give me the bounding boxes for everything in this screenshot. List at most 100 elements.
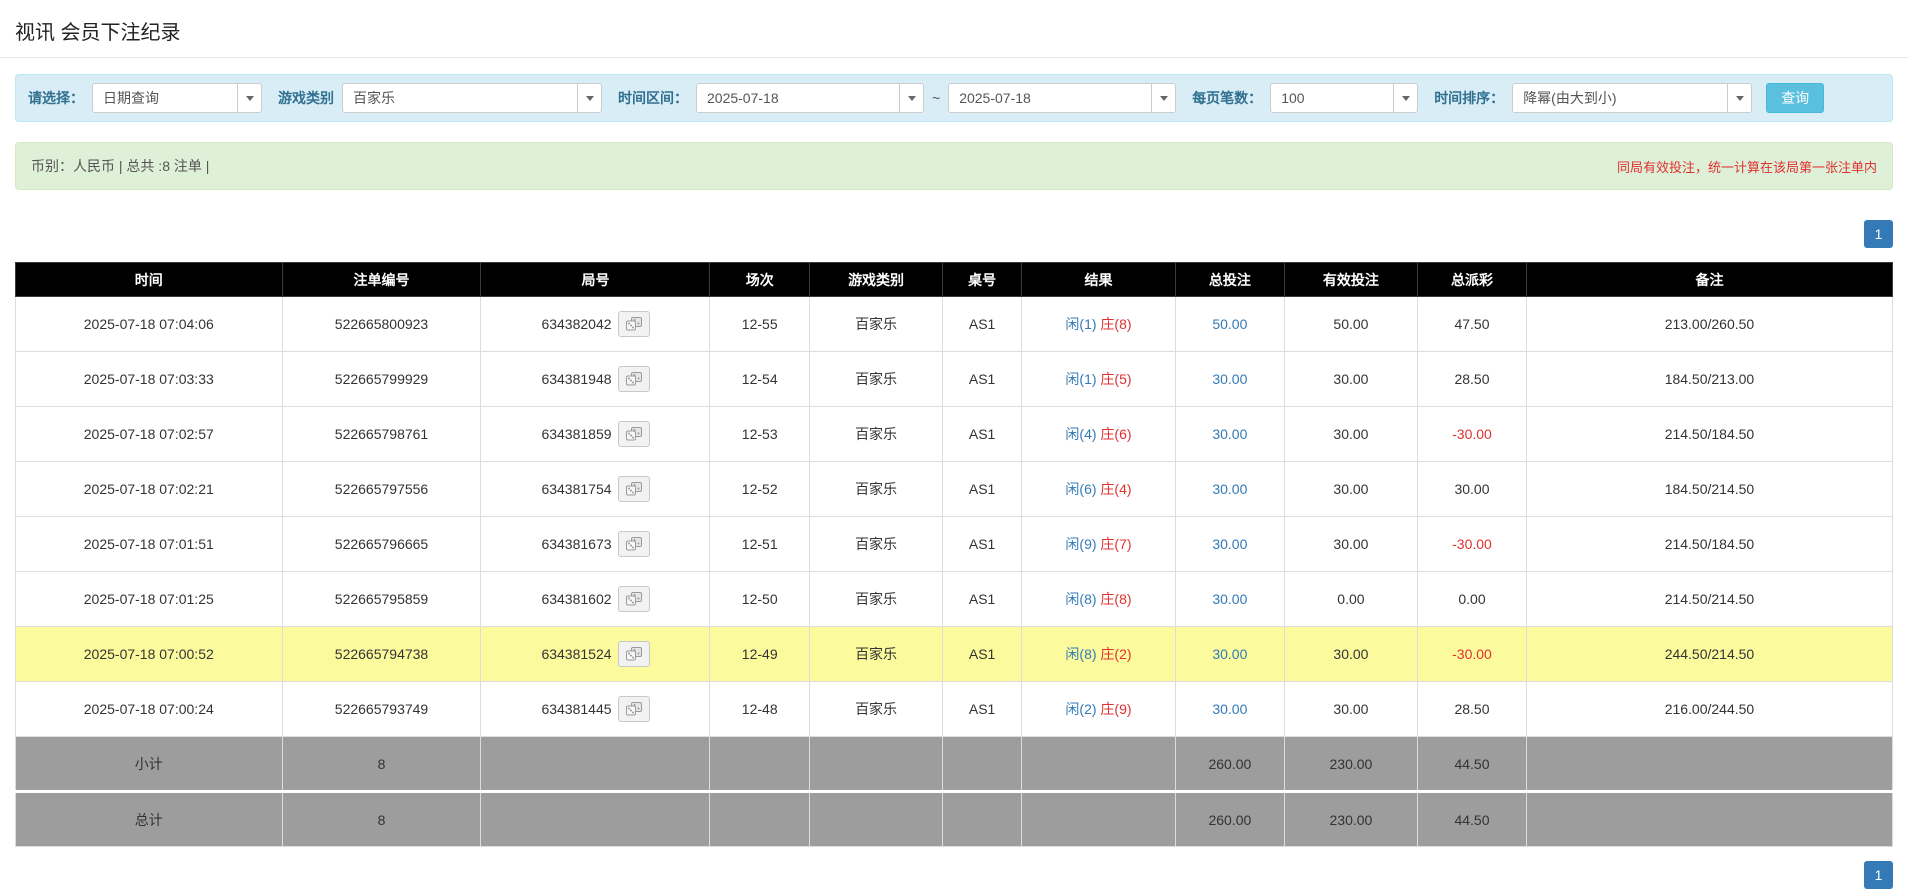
- total-bet-link[interactable]: 30.00: [1212, 481, 1247, 497]
- game-category-select[interactable]: 百家乐: [342, 83, 602, 113]
- total-bet-link[interactable]: 30.00: [1212, 646, 1247, 662]
- cell-total-bet: 30.00: [1175, 407, 1284, 462]
- cell-bet-id: 522665798761: [282, 407, 481, 462]
- cell-payout: 47.50: [1418, 297, 1527, 352]
- table-header-row: 时间 注单编号 局号 场次 游戏类别 桌号 结果 总投注 有效投注 总派彩 备注: [16, 263, 1893, 297]
- sort-order-select[interactable]: 降幂(由大到小): [1512, 83, 1752, 113]
- result-banker: 庄(8): [1100, 316, 1131, 332]
- cell-game: 百家乐: [809, 297, 942, 352]
- cell-game: 百家乐: [809, 352, 942, 407]
- subtotal-row: 小计 8 260.00 230.00 44.50: [16, 737, 1893, 792]
- result-player: 闲(1): [1065, 316, 1096, 332]
- total-bet-link[interactable]: 30.00: [1212, 536, 1247, 552]
- cell-payout: -30.00: [1418, 407, 1527, 462]
- game-category-label: 游戏类别: [278, 88, 334, 108]
- table-row: 2025-07-18 07:00:24 522665793749 6343814…: [16, 682, 1893, 737]
- date-to-value: 2025-07-18: [949, 84, 1151, 112]
- col-header-table-no: 桌号: [943, 263, 1022, 297]
- round-id-text: 634382042: [541, 316, 611, 332]
- video-replay-button[interactable]: [618, 311, 650, 337]
- total-bet-link[interactable]: 30.00: [1212, 426, 1247, 442]
- video-replay-button[interactable]: [618, 421, 650, 447]
- col-header-round-id: 局号: [481, 263, 710, 297]
- pagination-page-button[interactable]: 1: [1864, 220, 1893, 248]
- date-to-select[interactable]: 2025-07-18: [948, 83, 1176, 113]
- cell-time: 2025-07-18 07:01:51: [16, 517, 283, 572]
- result-player: 闲(2): [1065, 701, 1096, 717]
- cell-round-id: 634381602: [481, 572, 710, 627]
- date-from-select[interactable]: 2025-07-18: [696, 83, 924, 113]
- table-body: 2025-07-18 07:04:06 522665800923 6343820…: [16, 297, 1893, 737]
- video-replay-button[interactable]: [618, 366, 650, 392]
- page: 视讯 会员下注纪录 请选择： 日期查询 游戏类别 百家乐 时间区间： 2025-…: [0, 0, 1908, 889]
- table-row: 2025-07-18 07:04:06 522665800923 6343820…: [16, 297, 1893, 352]
- cell-time: 2025-07-18 07:03:33: [16, 352, 283, 407]
- cell-result: 闲(4) 庄(6): [1022, 407, 1176, 462]
- caret-down-icon: [1151, 84, 1175, 112]
- video-replay-button[interactable]: [618, 586, 650, 612]
- cell-session: 12-55: [710, 297, 809, 352]
- table-row: 2025-07-18 07:01:51 522665796665 6343816…: [16, 517, 1893, 572]
- cell-round-id: 634381524: [481, 627, 710, 682]
- cell-round-id: 634381445: [481, 682, 710, 737]
- table-row: 2025-07-18 07:02:21 522665797556 6343817…: [16, 462, 1893, 517]
- total-bet-link[interactable]: 30.00: [1212, 591, 1247, 607]
- cell-bet-id: 522665794738: [282, 627, 481, 682]
- result-banker: 庄(7): [1100, 536, 1131, 552]
- video-replay-button[interactable]: [618, 476, 650, 502]
- round-id-text: 634381524: [541, 646, 611, 662]
- cell-round-id: 634381754: [481, 462, 710, 517]
- cell-table-no: AS1: [943, 517, 1022, 572]
- pagination-page-button[interactable]: 1: [1864, 861, 1893, 889]
- total-bet-link[interactable]: 30.00: [1212, 371, 1247, 387]
- result-player: 闲(8): [1065, 646, 1096, 662]
- video-replay-button[interactable]: [618, 696, 650, 722]
- total-bet-link[interactable]: 30.00: [1212, 701, 1247, 717]
- query-type-select[interactable]: 日期查询: [92, 83, 262, 113]
- caret-down-icon: [899, 84, 923, 112]
- cell-round-id: 634381948: [481, 352, 710, 407]
- col-header-bet-id: 注单编号: [282, 263, 481, 297]
- total-bet-link[interactable]: 50.00: [1212, 316, 1247, 332]
- cell-total-bet: 30.00: [1175, 572, 1284, 627]
- cell-game: 百家乐: [809, 627, 942, 682]
- total-count: 8: [282, 792, 481, 847]
- col-header-remark: 备注: [1526, 263, 1892, 297]
- per-page-value: 100: [1271, 84, 1393, 112]
- cell-result: 闲(8) 庄(8): [1022, 572, 1176, 627]
- cell-total-bet: 30.00: [1175, 627, 1284, 682]
- cell-payout: -30.00: [1418, 627, 1527, 682]
- cell-game: 百家乐: [809, 572, 942, 627]
- video-replay-button[interactable]: [618, 641, 650, 667]
- round-id-text: 634381754: [541, 481, 611, 497]
- cell-session: 12-52: [710, 462, 809, 517]
- result-banker: 庄(4): [1100, 481, 1131, 497]
- col-header-valid-bet: 有效投注: [1284, 263, 1417, 297]
- cell-remark: 184.50/214.50: [1526, 462, 1892, 517]
- footer-empty-cell: [1526, 792, 1892, 847]
- result-player: 闲(8): [1065, 591, 1096, 607]
- subtotal-valid-bet: 230.00: [1284, 737, 1417, 792]
- time-range-label: 时间区间：: [618, 88, 688, 108]
- cell-valid-bet: 30.00: [1284, 682, 1417, 737]
- search-button[interactable]: 查询: [1766, 83, 1824, 113]
- caret-down-icon: [577, 84, 601, 112]
- cell-round-id: 634382042: [481, 297, 710, 352]
- cell-valid-bet: 0.00: [1284, 572, 1417, 627]
- cell-table-no: AS1: [943, 297, 1022, 352]
- footer-empty-cell: [1022, 737, 1176, 792]
- cell-valid-bet: 30.00: [1284, 517, 1417, 572]
- cell-valid-bet: 30.00: [1284, 462, 1417, 517]
- cell-bet-id: 522665795859: [282, 572, 481, 627]
- cell-time: 2025-07-18 07:00:24: [16, 682, 283, 737]
- cell-table-no: AS1: [943, 682, 1022, 737]
- per-page-select[interactable]: 100: [1270, 83, 1418, 113]
- total-total-bet: 260.00: [1175, 792, 1284, 847]
- result-banker: 庄(2): [1100, 646, 1131, 662]
- cell-payout: -30.00: [1418, 517, 1527, 572]
- cell-result: 闲(9) 庄(7): [1022, 517, 1176, 572]
- cell-table-no: AS1: [943, 352, 1022, 407]
- video-replay-button[interactable]: [618, 531, 650, 557]
- cell-result: 闲(8) 庄(2): [1022, 627, 1176, 682]
- pagination-top: 1: [15, 220, 1893, 248]
